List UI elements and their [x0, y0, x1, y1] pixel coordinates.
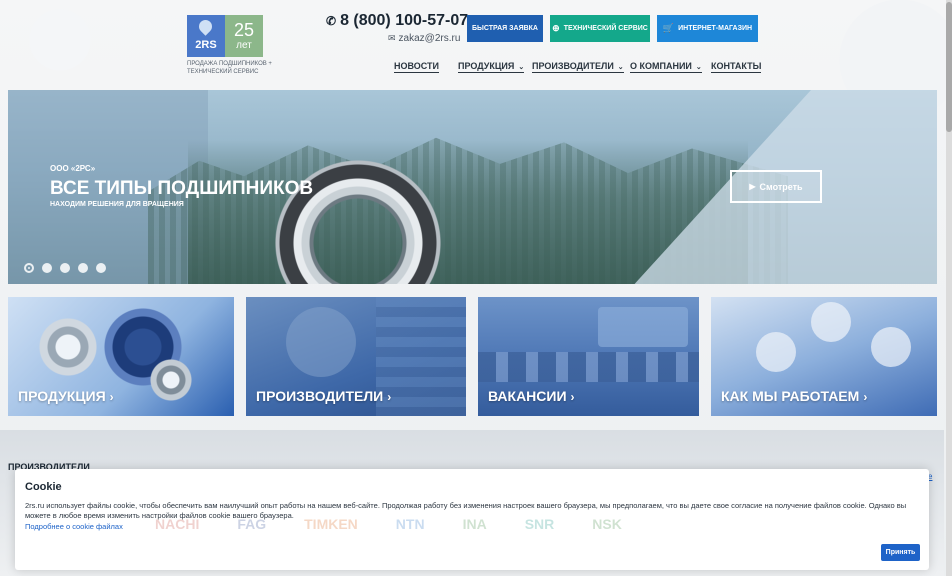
nav-about[interactable]: О КОМПАНИИ ⌄: [630, 61, 702, 73]
chevron-down-icon: ⌄: [617, 64, 624, 71]
nav-products[interactable]: ПРОДУКЦИЯ ⌄: [458, 61, 525, 73]
office-desks-image: [478, 352, 699, 382]
tile-how-we-work-label: КАК МЫ РАБОТАЕМ ›: [721, 388, 867, 404]
bearing-image: [38, 317, 98, 377]
nav-news-label: НОВОСТИ: [394, 61, 440, 71]
chevron-right-icon: ›: [387, 390, 392, 404]
tile-manufacturers-text: ПРОИЗВОДИТЕЛИ: [256, 388, 384, 404]
nav-contacts-label: КОНТАКТЫ: [711, 61, 762, 71]
chevron-right-icon: ›: [863, 390, 868, 404]
hero-slider[interactable]: ООО «2РС» ВСЕ ТИПЫ ПОДШИПНИКОВ НАХОДИМ Р…: [8, 90, 937, 284]
slider-dot-2[interactable]: [42, 263, 52, 273]
phone-icon: ✆: [326, 14, 337, 28]
phone-text: 8 (800) 100-57-07: [340, 12, 469, 29]
chevron-down-icon: ⌄: [518, 64, 525, 71]
site-logo[interactable]: 2RS 25 лет: [187, 15, 263, 57]
nav-news[interactable]: НОВОСТИ: [394, 61, 440, 73]
nav-manufacturers[interactable]: ПРОИЗВОДИТЕЛИ ⌄: [532, 61, 624, 73]
cookie-accept-button[interactable]: Принять: [881, 544, 920, 561]
logo-years-word: лет: [236, 40, 252, 51]
mail-icon: ✉: [388, 33, 396, 43]
online-shop-button[interactable]: 🛒 ИНТЕРНЕТ-МАГАЗИН: [657, 15, 758, 42]
email-link[interactable]: ✉ zakaz@2rs.ru: [388, 33, 460, 44]
tile-how-we-work-text: КАК МЫ РАБОТАЕМ: [721, 388, 860, 404]
slider-dots: [24, 263, 106, 273]
slider-dot-1[interactable]: [24, 263, 34, 273]
tile-vacancies-label: ВАКАНСИИ ›: [488, 388, 575, 404]
quick-request-button[interactable]: БЫСТРАЯ ЗАЯВКА: [467, 15, 543, 42]
tile-manufacturers[interactable]: ПРОИЗВОДИТЕЛИ ›: [246, 297, 466, 416]
logo-years-block: 25 лет: [225, 15, 263, 57]
quick-request-label: БЫСТРАЯ ЗАЯВКА: [472, 25, 538, 32]
tile-products-label: ПРОДУКЦИЯ ›: [18, 388, 114, 404]
phone-number[interactable]: ✆ 8 (800) 100-57-07: [326, 12, 468, 30]
worker-image: [286, 307, 356, 377]
person-image: [756, 332, 796, 372]
nav-contacts[interactable]: КОНТАКТЫ: [711, 61, 762, 73]
world-map-image: [598, 307, 688, 347]
scrollbar-thumb[interactable]: [946, 2, 952, 132]
logo-years-number: 25: [233, 20, 255, 40]
watch-button[interactable]: ▶ Смотреть: [730, 170, 822, 203]
logo-brand: 2RS: [195, 39, 217, 51]
cookie-text: 2rs.ru использует файлы cookie, чтобы об…: [25, 501, 907, 520]
slider-dot-3[interactable]: [60, 263, 70, 273]
nav-about-label: О КОМПАНИИ: [630, 61, 692, 71]
cookie-banner: NACHI FAG TIMKEN NTN INA SNR NSK Cookie …: [15, 469, 929, 570]
cookie-more-link[interactable]: Подробнее о cookie файлах: [25, 522, 123, 531]
hero-caption: НАХОДИМ РЕШЕНИЯ ДЛЯ ВРАЩЕНИЯ: [50, 201, 184, 208]
bearing-image: [148, 357, 194, 403]
tech-service-button[interactable]: ⊕ ТЕХНИЧЕСКИЙ СЕРВИС: [550, 15, 650, 42]
tile-how-we-work[interactable]: КАК МЫ РАБОТАЕМ ›: [711, 297, 937, 416]
tile-vacancies-text: ВАКАНСИИ: [488, 388, 567, 404]
scrollbar[interactable]: [946, 0, 952, 576]
site-tagline: ПРОДАЖА ПОДШИПНИКОВ + ТЕХНИЧЕСКИЙ СЕРВИС: [187, 61, 272, 75]
cart-icon: 🛒: [662, 23, 675, 33]
slider-dot-5[interactable]: [96, 263, 106, 273]
watch-label: Смотреть: [759, 181, 803, 192]
cookie-title: Cookie: [25, 481, 62, 493]
email-text: zakaz@2rs.ru: [398, 33, 461, 44]
globe-icon: ⊕: [552, 23, 560, 33]
tile-products-text: ПРОДУКЦИЯ: [18, 388, 106, 404]
person-image: [871, 327, 911, 367]
tech-service-label: ТЕХНИЧЕСКИЙ СЕРВИС: [563, 25, 648, 32]
tile-manufacturers-label: ПРОИЗВОДИТЕЛИ ›: [256, 388, 391, 404]
hero-title: ВСЕ ТИПЫ ПОДШИПНИКОВ: [50, 178, 314, 199]
nav-manufacturers-label: ПРОИЗВОДИТЕЛИ: [532, 61, 614, 71]
play-icon: ▶: [749, 182, 756, 191]
logo-brand-block: 2RS: [187, 15, 225, 57]
nav-products-label: ПРОДУКЦИЯ: [458, 61, 515, 71]
hero-subtitle: ООО «2РС»: [50, 164, 96, 173]
tile-vacancies[interactable]: ВАКАНСИИ ›: [478, 297, 699, 416]
person-image: [811, 302, 851, 342]
tile-products[interactable]: ПРОДУКЦИЯ ›: [8, 297, 234, 416]
chevron-right-icon: ›: [570, 390, 575, 404]
chevron-down-icon: ⌄: [695, 64, 702, 71]
chevron-right-icon: ›: [109, 390, 114, 404]
online-shop-label: ИНТЕРНЕТ-МАГАЗИН: [678, 25, 753, 32]
slider-dot-4[interactable]: [78, 263, 88, 273]
